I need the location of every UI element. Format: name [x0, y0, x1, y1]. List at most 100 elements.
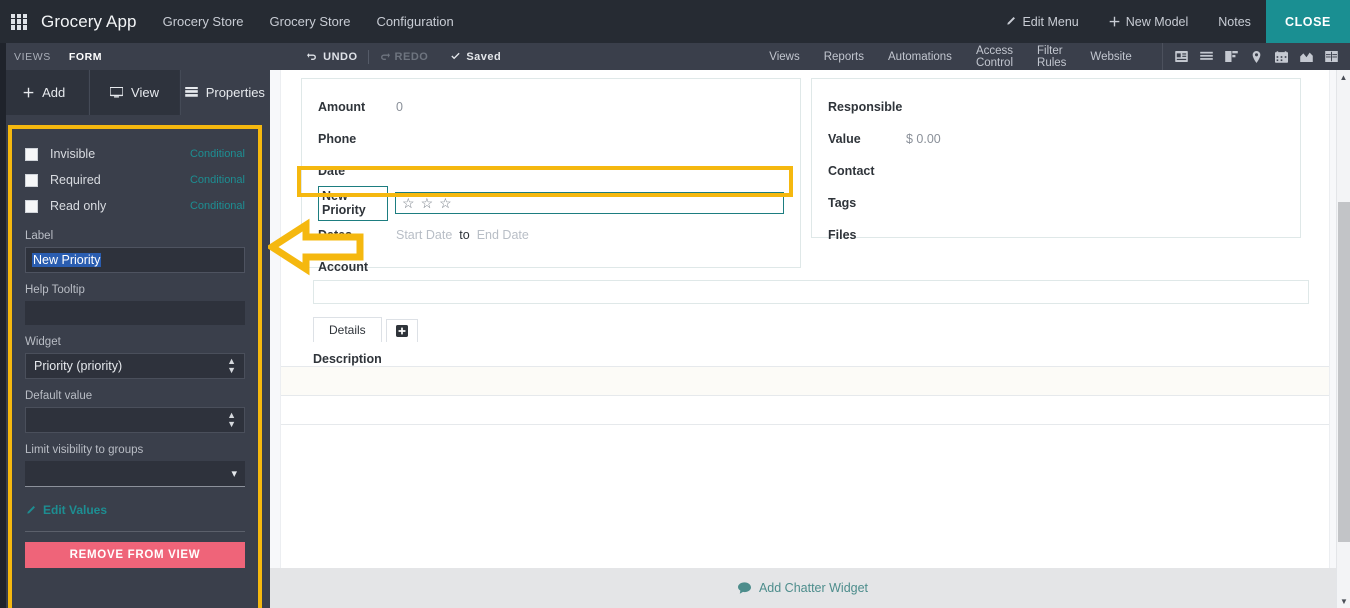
app-root: Grocery App Grocery Store Grocery Store …	[0, 0, 1350, 608]
map-pin-icon[interactable]	[1244, 43, 1269, 70]
form-canvas: Amount 0 Phone Date New Priority ☆ ☆ ☆ D…	[270, 70, 1350, 608]
widget-select-value: Priority (priority)	[34, 359, 123, 373]
redo-button[interactable]: REDO	[369, 51, 439, 63]
invisible-conditional-link[interactable]: Conditional	[190, 148, 245, 160]
subbar-link-filter-rules[interactable]: Filter Rules	[1025, 45, 1078, 69]
history-group: UNDO REDO Saved	[297, 49, 501, 64]
priority-stars-widget[interactable]: ☆ ☆ ☆	[395, 192, 784, 214]
navbar-right-group: Edit Menu New Model Notes CLOSE	[990, 0, 1350, 43]
top-navbar: Grocery App Grocery Store Grocery Store …	[0, 0, 1350, 43]
field-row-phone[interactable]: Phone	[318, 123, 784, 155]
field-row-files[interactable]: Files	[828, 219, 1284, 251]
tab-details[interactable]: Details	[313, 317, 382, 342]
new-model-button[interactable]: New Model	[1094, 0, 1204, 43]
field-row-tags[interactable]: Tags	[828, 187, 1284, 219]
edit-menu-button[interactable]: Edit Menu	[990, 0, 1093, 43]
invisible-checkbox[interactable]	[25, 147, 38, 161]
vertical-scrollbar[interactable]: ▲ ▼	[1336, 70, 1350, 608]
table-row[interactable]	[281, 395, 1329, 424]
form-columns: Amount 0 Phone Date New Priority ☆ ☆ ☆ D…	[281, 70, 1329, 274]
star-icon-1[interactable]: ☆	[402, 196, 415, 210]
subbar-link-views[interactable]: Views	[757, 51, 811, 63]
required-conditional-link[interactable]: Conditional	[190, 174, 245, 186]
updown-caret-icon: ▲ ▼	[227, 356, 236, 375]
plus-icon	[1109, 16, 1120, 27]
wide-text-input[interactable]	[313, 280, 1309, 304]
calendar-icon[interactable]	[1269, 43, 1294, 70]
undo-label: UNDO	[323, 50, 358, 63]
sidebar-tab-view[interactable]: View	[89, 70, 180, 115]
help-tooltip-input[interactable]	[25, 301, 245, 325]
form-breadcrumb[interactable]: FORM	[69, 51, 102, 63]
notes-button[interactable]: Notes	[1203, 0, 1266, 43]
nav-link-grocery-store-2[interactable]: Grocery Store	[270, 14, 351, 29]
field-row-responsible[interactable]: Responsible	[828, 91, 1284, 123]
field-row-amount[interactable]: Amount 0	[318, 91, 784, 123]
field-label-responsible: Responsible	[828, 100, 903, 114]
check-icon	[451, 52, 460, 60]
readonly-checkbox[interactable]	[25, 199, 38, 213]
scroll-up-button[interactable]: ▲	[1337, 70, 1350, 84]
star-icon-2[interactable]: ☆	[421, 196, 434, 210]
sub-toolbar: VIEWS FORM UNDO REDO Saved Views Reports…	[0, 43, 1350, 70]
properties-panel-highlighted: Invisible Conditional Required Condition…	[8, 125, 262, 608]
field-label-files: Files	[828, 228, 857, 242]
field-row-account[interactable]: Account	[318, 251, 784, 283]
chevron-down-icon: ▾	[231, 468, 237, 480]
scrollbar-thumb[interactable]	[1338, 202, 1350, 542]
widget-select[interactable]: Priority (priority) ▲ ▼	[25, 353, 245, 379]
sidebar-tab-add[interactable]: Add	[0, 70, 90, 115]
field-row-contact[interactable]: Contact	[828, 155, 1284, 187]
property-row-readonly: Read only Conditional	[25, 193, 245, 219]
table-row[interactable]	[281, 366, 1329, 395]
field-row-date[interactable]: Date	[318, 155, 784, 187]
add-chatter-widget-button[interactable]: Add Chatter Widget	[270, 568, 1336, 608]
scroll-down-button[interactable]: ▼	[1337, 594, 1350, 608]
subbar-link-automations[interactable]: Automations	[876, 51, 964, 63]
label-input[interactable]: New Priority	[25, 247, 245, 273]
readonly-conditional-link[interactable]: Conditional	[190, 200, 245, 212]
undo-button[interactable]: UNDO	[297, 51, 367, 63]
field-row-value[interactable]: Value $ 0.00	[828, 123, 1284, 155]
list-icon[interactable]	[1194, 43, 1219, 70]
field-label-value: Value	[828, 132, 861, 146]
field-label-new-priority[interactable]: New Priority	[318, 185, 388, 221]
graph-area-icon[interactable]	[1294, 43, 1319, 70]
view-type-icons	[1161, 43, 1350, 70]
star-icon-3[interactable]: ☆	[439, 196, 452, 210]
close-button[interactable]: CLOSE	[1265, 0, 1350, 43]
label-field-caption: Label	[25, 230, 54, 242]
nav-link-grocery-store-1[interactable]: Grocery Store	[163, 14, 244, 29]
edit-values-link[interactable]: Edit Values	[25, 503, 245, 517]
start-date-placeholder[interactable]: Start Date	[396, 228, 452, 242]
activity-icon[interactable]	[1344, 43, 1350, 70]
field-value-amount: 0	[396, 100, 403, 114]
sidebar-tab-properties[interactable]: Properties	[179, 70, 270, 115]
default-value-select[interactable]: ▲ ▼	[25, 407, 245, 433]
sidebar-tab-view-label: View	[131, 85, 159, 100]
help-tooltip-group: Help Tooltip	[25, 284, 245, 325]
remove-from-view-button[interactable]: REMOVE FROM VIEW	[25, 542, 245, 568]
views-breadcrumb[interactable]: VIEWS	[14, 51, 51, 63]
sidebar-tabs: Add View Properties	[0, 70, 270, 115]
readonly-label: Read only	[50, 199, 107, 213]
tab-add-page[interactable]	[385, 319, 418, 342]
subbar-link-access-control[interactable]: Access Control	[964, 45, 1025, 69]
property-row-required: Required Conditional	[25, 167, 245, 193]
required-checkbox[interactable]	[25, 173, 38, 187]
subbar-links: Views Reports Automations Access Control…	[757, 45, 1144, 69]
field-row-new-priority[interactable]: New Priority ☆ ☆ ☆	[318, 185, 784, 221]
field-row-dates[interactable]: Dates Start Date to End Date	[318, 219, 784, 251]
gantt-icon[interactable]	[1219, 43, 1244, 70]
limit-visibility-select[interactable]: ▾	[25, 461, 245, 487]
table-row[interactable]	[281, 424, 1329, 480]
subbar-link-reports[interactable]: Reports	[812, 51, 876, 63]
end-date-placeholder[interactable]: End Date	[477, 228, 529, 242]
grid-apps-icon[interactable]	[11, 13, 27, 30]
sidebar-tab-properties-label: Properties	[205, 85, 265, 100]
kanban-card-icon[interactable]	[1169, 43, 1194, 70]
subbar-link-website[interactable]: Website	[1078, 51, 1143, 63]
app-brand-title[interactable]: Grocery App	[41, 12, 137, 32]
pivot-table-icon[interactable]	[1319, 43, 1344, 70]
nav-link-configuration[interactable]: Configuration	[376, 14, 453, 29]
